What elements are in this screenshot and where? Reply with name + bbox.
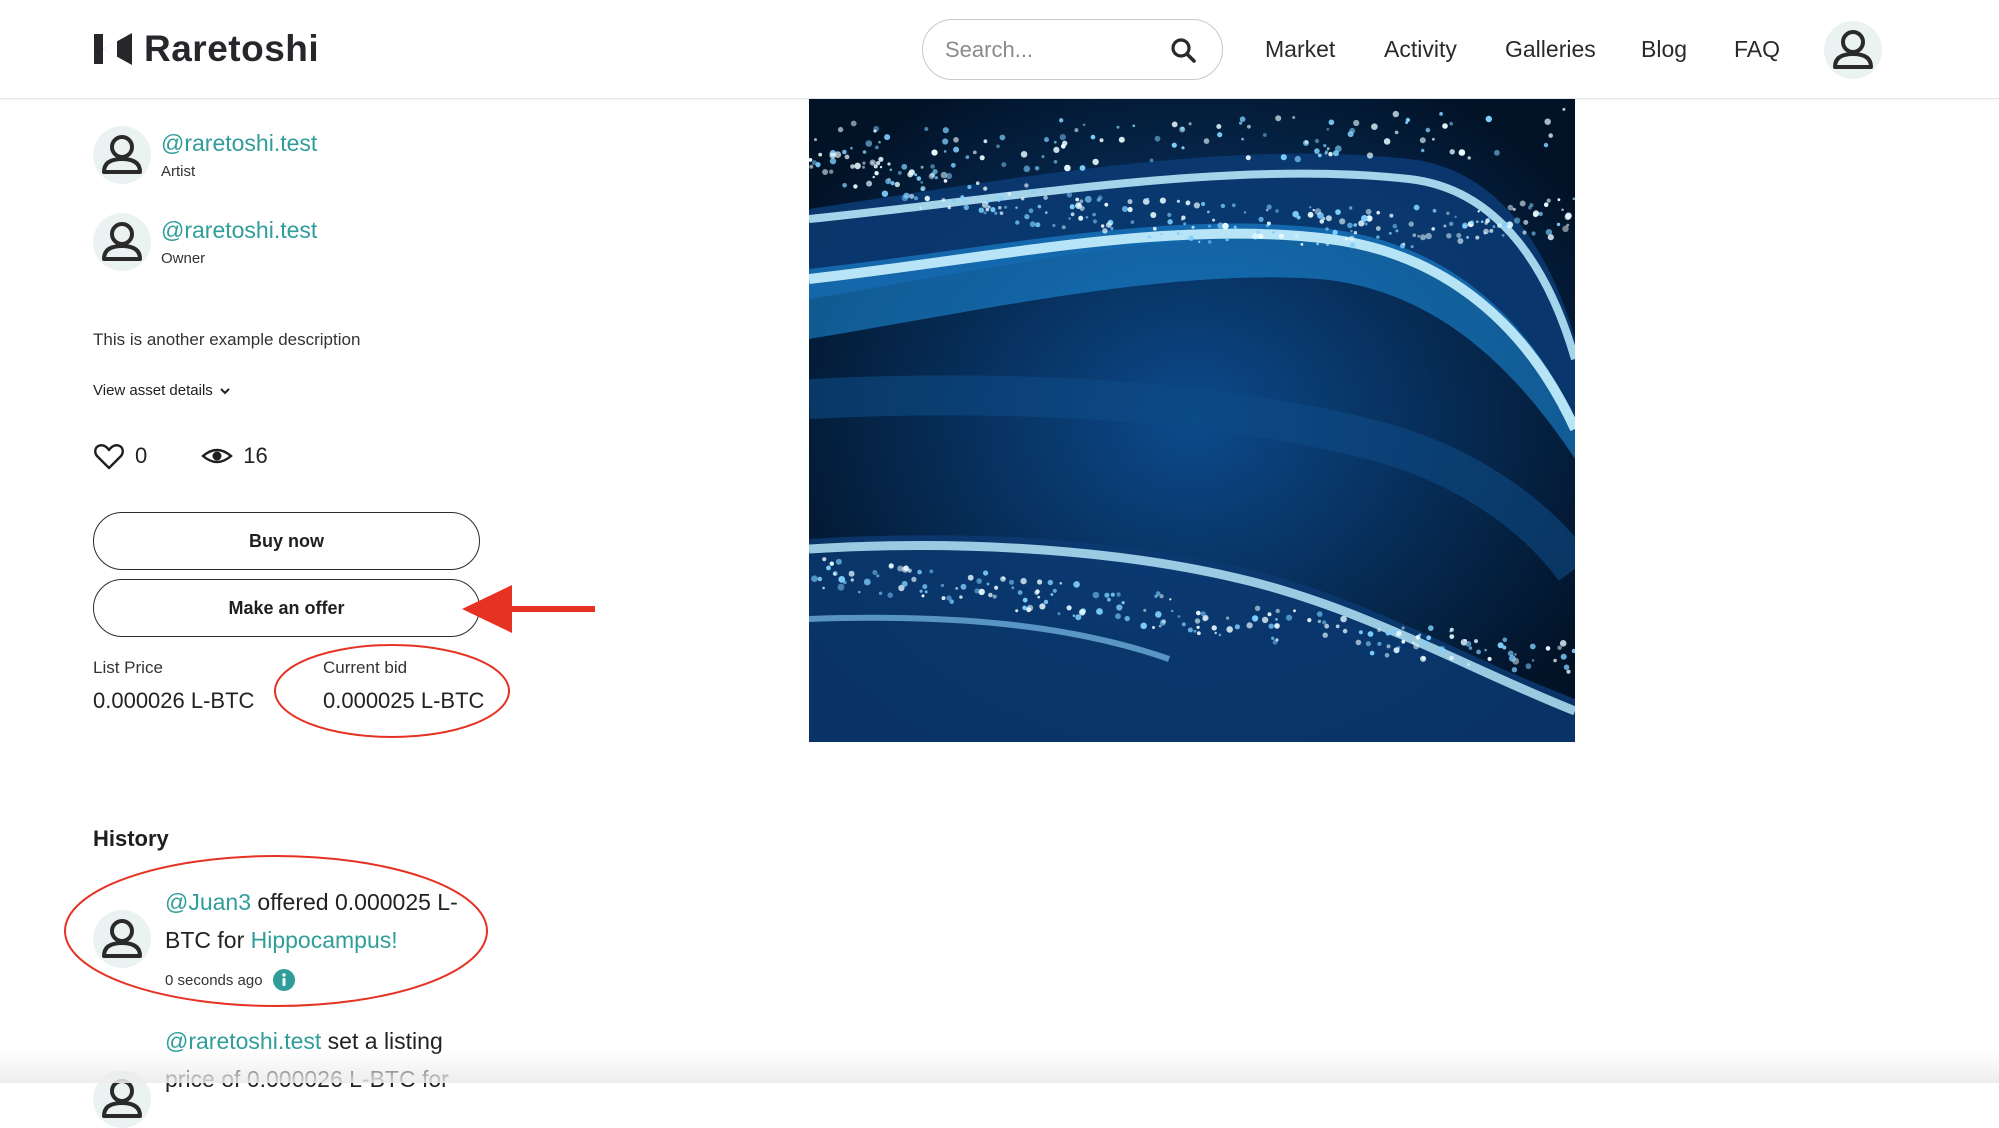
history-item-text: @Juan3 offered 0.000025 L-BTC for Hippoc…	[165, 883, 475, 959]
history-item: @Juan3 offered 0.000025 L-BTC for Hippoc…	[93, 880, 513, 1000]
view-counter: 16	[201, 440, 268, 472]
artwork-image[interactable]	[809, 99, 1575, 742]
owner-row: @raretoshi.test Owner	[93, 213, 317, 271]
brand-name: Raretoshi	[144, 28, 320, 69]
nav-activity[interactable]: Activity	[1384, 36, 1457, 63]
user-icon	[1833, 30, 1873, 69]
artist-handle-link[interactable]: @raretoshi.test	[161, 130, 317, 157]
search-input[interactable]	[945, 36, 1155, 63]
offer-arrow-annotation	[462, 585, 595, 633]
nav-faq[interactable]: FAQ	[1734, 36, 1780, 63]
history-timestamp: 0 seconds ago	[165, 969, 295, 991]
top-navigation-bar: Raretoshi Market Activity Galleries Blog…	[0, 0, 1999, 99]
owner-role-label: Owner	[161, 250, 206, 267]
user-icon	[102, 919, 142, 958]
like-count: 0	[135, 443, 148, 468]
engagement-stats: 0 16	[93, 440, 268, 472]
logo-icon	[94, 33, 132, 65]
view-count: 16	[243, 443, 268, 468]
view-asset-details-label: View asset details	[93, 382, 213, 399]
info-icon[interactable]	[272, 969, 295, 991]
search-box[interactable]	[922, 19, 1223, 80]
neuron-micrograph	[809, 99, 1575, 742]
eye-icon	[201, 448, 234, 464]
asset-description: This is another example description	[93, 330, 361, 349]
owner-avatar[interactable]	[93, 213, 151, 271]
list-price-value: 0.000026 L-BTC	[93, 688, 255, 713]
list-price-label: List Price	[93, 658, 163, 677]
artist-row: @raretoshi.test Artist	[93, 126, 317, 184]
buy-now-button[interactable]: Buy now	[93, 512, 480, 570]
account-avatar[interactable]	[1824, 21, 1882, 79]
current-bid-value: 0.000025 L-BTC	[323, 688, 485, 713]
current-bid-label: Current bid	[323, 658, 408, 677]
view-asset-details-toggle[interactable]: View asset details	[93, 382, 231, 399]
scroll-fade	[0, 1050, 1999, 1083]
history-asset-link[interactable]: Hippocampus!	[251, 927, 398, 953]
user-icon	[102, 222, 142, 261]
heart-icon[interactable]	[93, 440, 125, 472]
search-icon[interactable]	[1170, 37, 1196, 63]
history-user-avatar[interactable]	[93, 910, 151, 968]
user-icon	[102, 135, 142, 174]
history-heading: History	[93, 826, 169, 851]
nav-galleries[interactable]: Galleries	[1505, 36, 1596, 63]
history-user-link[interactable]: @Juan3	[165, 889, 251, 915]
like-counter[interactable]: 0	[93, 440, 147, 472]
artist-role-label: Artist	[161, 163, 196, 180]
current-bid-block: Current bid 0.000025 L-BTC	[323, 658, 484, 714]
make-offer-button[interactable]: Make an offer	[93, 579, 480, 637]
nav-blog[interactable]: Blog	[1641, 36, 1687, 63]
history-time-label: 0 seconds ago	[165, 971, 263, 989]
brand-logo[interactable]: Raretoshi	[92, 28, 319, 70]
nav-market[interactable]: Market	[1265, 36, 1335, 63]
owner-handle-link[interactable]: @raretoshi.test	[161, 217, 317, 244]
list-price-block: List Price 0.000026 L-BTC	[93, 658, 254, 714]
artist-avatar[interactable]	[93, 126, 151, 184]
chevron-down-icon	[220, 387, 230, 394]
